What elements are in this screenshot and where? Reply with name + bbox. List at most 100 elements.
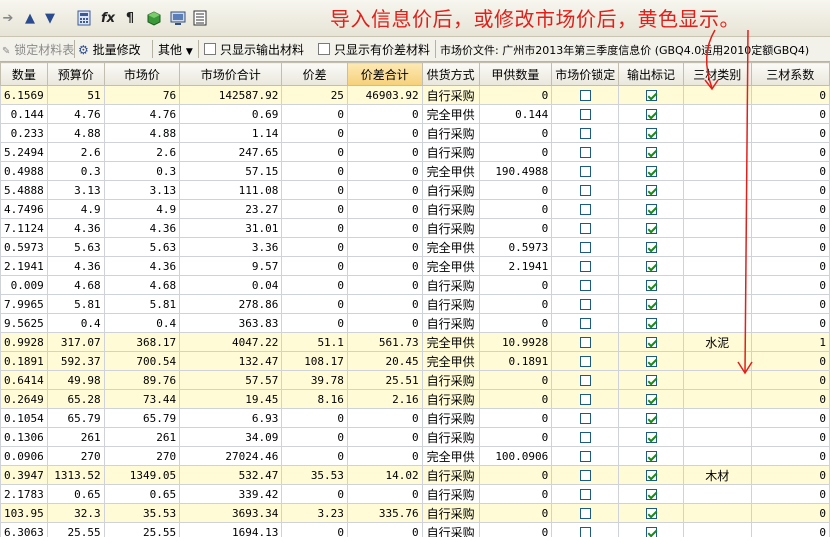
table-cell[interactable]: 0 [281,275,348,295]
table-cell[interactable]: 完全甲供 [421,446,480,466]
table-cell[interactable]: 4.76 [103,104,181,124]
table-cell[interactable]: 65.79 [46,408,105,428]
table-cell[interactable]: 2.6 [46,142,105,162]
table-cell[interactable]: 261 [103,427,181,447]
table-cell[interactable]: 0 [346,104,423,124]
table-cell[interactable]: 0 [478,313,553,333]
table-cell[interactable]: 9.5625 [0,313,48,333]
table-cell[interactable]: 0 [281,142,348,162]
table-cell[interactable]: 190.4988 [478,161,553,181]
market-price-lock-checkbox[interactable] [551,104,620,124]
table-cell[interactable]: 自行采购 [421,427,480,447]
table-cell[interactable]: 0 [750,446,830,466]
market-price-lock-checkbox[interactable] [551,465,620,485]
move-up-icon[interactable]: ▲ [22,10,38,26]
table-cell[interactable]: 57.57 [179,370,283,390]
market-price-lock-checkbox[interactable] [551,332,620,352]
table-cell[interactable]: 自行采购 [421,522,480,537]
table-cell[interactable]: 35.53 [281,465,348,485]
table-cell[interactable]: 335.76 [346,503,423,523]
table-cell[interactable]: 0.4988 [0,161,48,181]
table-cell[interactable]: 57.15 [179,161,283,181]
table-cell[interactable]: 自行采购 [421,85,480,105]
table-cell[interactable]: 0 [478,199,553,219]
table-cell[interactable] [682,180,752,200]
table-cell[interactable]: 0 [346,484,423,504]
table-cell[interactable]: 19.45 [179,389,283,409]
table-cell[interactable]: 自行采购 [421,465,480,485]
table-cell[interactable]: 0 [478,180,553,200]
table-cell[interactable]: 0 [281,256,348,276]
table-cell[interactable]: 自行采购 [421,142,480,162]
table-cell[interactable] [682,256,752,276]
table-cell[interactable]: 51 [46,85,105,105]
table-cell[interactable]: 0 [478,522,553,537]
table-cell[interactable]: 270 [46,446,105,466]
market-price-lock-checkbox[interactable] [551,427,620,447]
table-cell[interactable]: 39.78 [281,370,348,390]
table-cell[interactable]: 0 [281,446,348,466]
market-price-lock-checkbox[interactable] [551,351,620,371]
show-diff-only-checkbox[interactable]: 只显示有价差材料 [318,41,430,58]
table-cell[interactable]: 4.36 [103,218,181,238]
table-cell[interactable] [682,408,752,428]
table-cell[interactable]: 完全甲供 [421,351,480,371]
table-cell[interactable]: 0.1054 [0,408,48,428]
table-cell[interactable]: 水泥 [682,332,752,352]
table-cell[interactable]: 0 [281,237,348,257]
table-cell[interactable]: 0 [281,123,348,143]
table-cell[interactable]: 0.9928 [0,332,48,352]
table-cell[interactable]: 0.0906 [0,446,48,466]
market-price-lock-checkbox[interactable] [551,256,620,276]
table-row[interactable]: 0.3947 1313.52 1349.05 532.47 35.53 14.02 自行采购… [0,465,830,485]
output-flag-checkbox[interactable] [618,104,684,124]
table-cell[interactable]: 自行采购 [421,313,480,333]
column-header[interactable]: 数量 [0,62,48,86]
table-cell[interactable]: 0 [346,275,423,295]
table-cell[interactable]: 0 [281,180,348,200]
table-cell[interactable]: 自行采购 [421,408,480,428]
table-cell[interactable]: 自行采购 [421,294,480,314]
table-cell[interactable] [682,85,752,105]
show-output-only-checkbox[interactable]: 只显示输出材料 [204,41,304,58]
column-header[interactable]: 三材类别 [682,62,752,86]
table-cell[interactable] [682,503,752,523]
table-cell[interactable]: 0 [281,427,348,447]
table-cell[interactable]: 自行采购 [421,389,480,409]
table-cell[interactable]: 0 [346,123,423,143]
output-flag-checkbox[interactable] [618,408,684,428]
table-cell[interactable]: 0 [750,218,830,238]
table-cell[interactable]: 0 [478,218,553,238]
output-flag-checkbox[interactable] [618,199,684,219]
table-cell[interactable]: 4.36 [46,256,105,276]
table-cell[interactable]: 0 [346,218,423,238]
table-cell[interactable]: 3.36 [179,237,283,257]
table-cell[interactable] [682,351,752,371]
table-cell[interactable]: 5.81 [103,294,181,314]
table-cell[interactable]: 自行采购 [421,180,480,200]
table-cell[interactable]: 20.45 [346,351,423,371]
table-row[interactable]: 7.9965 5.81 5.81 278.86 0 0 自行采购 0 0 [0,294,830,314]
table-cell[interactable]: 3.13 [103,180,181,200]
table-cell[interactable]: 270 [103,446,181,466]
table-cell[interactable]: 49.98 [46,370,105,390]
table-cell[interactable]: 0 [478,484,553,504]
table-cell[interactable]: 0.04 [179,275,283,295]
table-cell[interactable]: 3.23 [281,503,348,523]
table-cell[interactable]: 4.76 [46,104,105,124]
column-header[interactable]: 供货方式 [421,62,480,86]
table-cell[interactable]: 7.1124 [0,218,48,238]
table-row[interactable]: 5.4888 3.13 3.13 111.08 0 0 自行采购 0 0 [0,180,830,200]
table-cell[interactable]: 0.144 [478,104,553,124]
table-cell[interactable]: 0 [346,161,423,181]
formula-icon[interactable]: fx [100,10,116,26]
table-cell[interactable]: 0 [346,256,423,276]
table-cell[interactable]: 51.1 [281,332,348,352]
output-flag-checkbox[interactable] [618,370,684,390]
table-row[interactable]: 0.6414 49.98 89.76 57.57 39.78 25.51 自行采购 0 0 [0,370,830,390]
table-cell[interactable]: 1.14 [179,123,283,143]
calculator-icon[interactable] [76,10,92,26]
output-flag-checkbox[interactable] [618,465,684,485]
table-cell[interactable]: 自行采购 [421,218,480,238]
output-flag-checkbox[interactable] [618,218,684,238]
